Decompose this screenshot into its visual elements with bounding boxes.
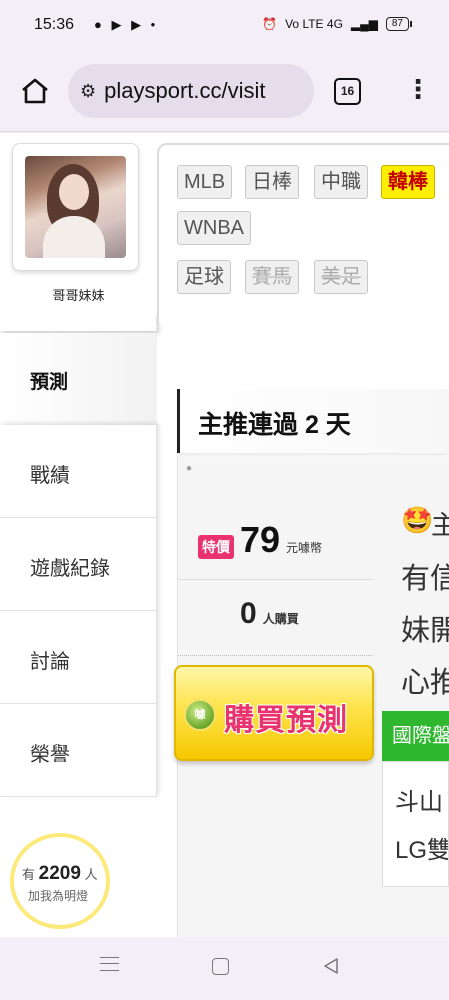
- system-icons: ⏰ Vo LTE 4G ▂▄▆ 87: [262, 17, 413, 31]
- sidebar-nav: 戰績 遊戲紀錄 討論 榮譽: [0, 425, 157, 797]
- sidebar-item-honor[interactable]: 榮譽: [0, 704, 156, 797]
- price-row: 特價 79 元噱幣: [198, 519, 322, 561]
- article-line: 心推: [401, 667, 449, 699]
- article-line: 有信: [401, 563, 449, 595]
- sidebar-item-label: 預測: [30, 372, 69, 393]
- sidebar-item-label: 討論: [30, 651, 70, 673]
- home-nav-button[interactable]: [212, 958, 229, 975]
- sidebar-item-game-history[interactable]: 遊戲紀錄: [0, 518, 156, 611]
- divider: [178, 655, 373, 656]
- divider: [178, 579, 373, 580]
- sidebar-item-label: 遊戲紀錄: [30, 558, 110, 580]
- price-value: 79: [240, 519, 281, 560]
- tag-cpbl[interactable]: 中職: [314, 165, 368, 199]
- network-indicator: Vo LTE 4G: [285, 17, 343, 31]
- bullet-icon: ●: [186, 463, 193, 474]
- sidebar-item-record[interactable]: 戰績: [0, 425, 156, 518]
- recent-apps-button[interactable]: [100, 957, 119, 971]
- sport-tags-panel: MLB 日棒 中職 韓棒 WNBA 足球 賽馬 美足: [157, 143, 449, 323]
- home-button[interactable]: [20, 77, 50, 105]
- back-nav-button[interactable]: [322, 957, 340, 975]
- streak-title: 主推連過 2 天: [198, 411, 351, 439]
- fans-count: 有 2209 人: [22, 863, 98, 884]
- buyers-count: 0 人購買: [240, 597, 299, 630]
- tag-soccer[interactable]: 足球: [177, 260, 231, 294]
- special-price-badge: 特價: [198, 535, 234, 559]
- tab-switcher-button[interactable]: 16: [334, 78, 361, 105]
- sidebar-profile-tab: [0, 315, 157, 331]
- system-nav-bar: [0, 937, 449, 1000]
- alarm-icon: ⏰: [262, 17, 278, 31]
- tag-wnba[interactable]: WNBA: [177, 211, 251, 245]
- follow-badge[interactable]: 有 2209 人 加我為明燈: [10, 833, 110, 929]
- intl-tag[interactable]: 國際盤: [382, 711, 449, 761]
- article-first-char: 主: [431, 510, 449, 540]
- buy-prediction-button[interactable]: 噱 購買預測: [174, 665, 374, 761]
- streak-banner: 主推連過 2 天: [177, 389, 449, 453]
- sidebar-item-discussion[interactable]: 討論: [0, 611, 156, 704]
- tag-mlb[interactable]: MLB: [177, 165, 233, 199]
- intl-match-box[interactable]: 斗山 LG雙: [382, 761, 449, 887]
- sidebar: 哥哥妹妹 預測 戰績 遊戲紀錄 討論 榮譽 有 2209 人 加我為明燈: [0, 133, 157, 937]
- site-settings-icon[interactable]: ⚙: [80, 81, 96, 102]
- tag-nfl: 美足: [314, 260, 368, 294]
- sidebar-item-label: 榮譽: [30, 744, 70, 766]
- sidebar-item-label: 戰績: [30, 465, 70, 487]
- tag-npb[interactable]: 日棒: [245, 165, 299, 199]
- sidebar-item-prediction[interactable]: 預測: [0, 333, 157, 425]
- browser-menu-button[interactable]: ⋮: [405, 76, 431, 106]
- price-unit: 元噱幣: [286, 541, 323, 555]
- avatar[interactable]: [25, 156, 126, 258]
- home-icon: [22, 78, 48, 104]
- intl-match-line: 斗山: [395, 789, 443, 816]
- signal-icon: ▂▄▆: [350, 17, 378, 31]
- address-bar[interactable]: ⚙ playsport.cc/visit: [68, 64, 314, 118]
- notification-icons: ● ▶ ▶ •: [94, 17, 159, 32]
- tag-horse-racing: 賽馬: [245, 260, 299, 294]
- emoji-icon: 🤩: [401, 505, 434, 535]
- tag-kbo[interactable]: 韓棒: [381, 165, 435, 199]
- buy-prediction-label: 購買預測: [224, 704, 348, 737]
- status-time: 15:36: [34, 16, 75, 33]
- battery-icon: 87: [385, 17, 413, 31]
- article-line: 妹開: [401, 615, 449, 647]
- web-page: 哥哥妹妹 預測 戰績 遊戲紀錄 討論 榮譽 有 2209 人 加我為明燈 MLB…: [0, 133, 449, 937]
- follow-cta: 加我為明燈: [28, 889, 89, 903]
- status-bar: 15:36 ● ▶ ▶ • ⏰ Vo LTE 4G ▂▄▆ 87: [0, 0, 449, 50]
- browser-toolbar: ⚙ playsport.cc/visit 16 ⋮: [0, 50, 449, 132]
- avatar-card[interactable]: [12, 143, 139, 271]
- username[interactable]: 哥哥妹妹: [0, 285, 157, 304]
- intl-match-line: LG雙: [395, 837, 449, 864]
- coin-icon: 噱: [184, 699, 216, 731]
- url-text: playsport.cc/visit: [104, 78, 266, 103]
- main-content: MLB 日棒 中職 韓棒 WNBA 足球 賽馬 美足 主推連過 2 天 ● 特價…: [157, 133, 449, 937]
